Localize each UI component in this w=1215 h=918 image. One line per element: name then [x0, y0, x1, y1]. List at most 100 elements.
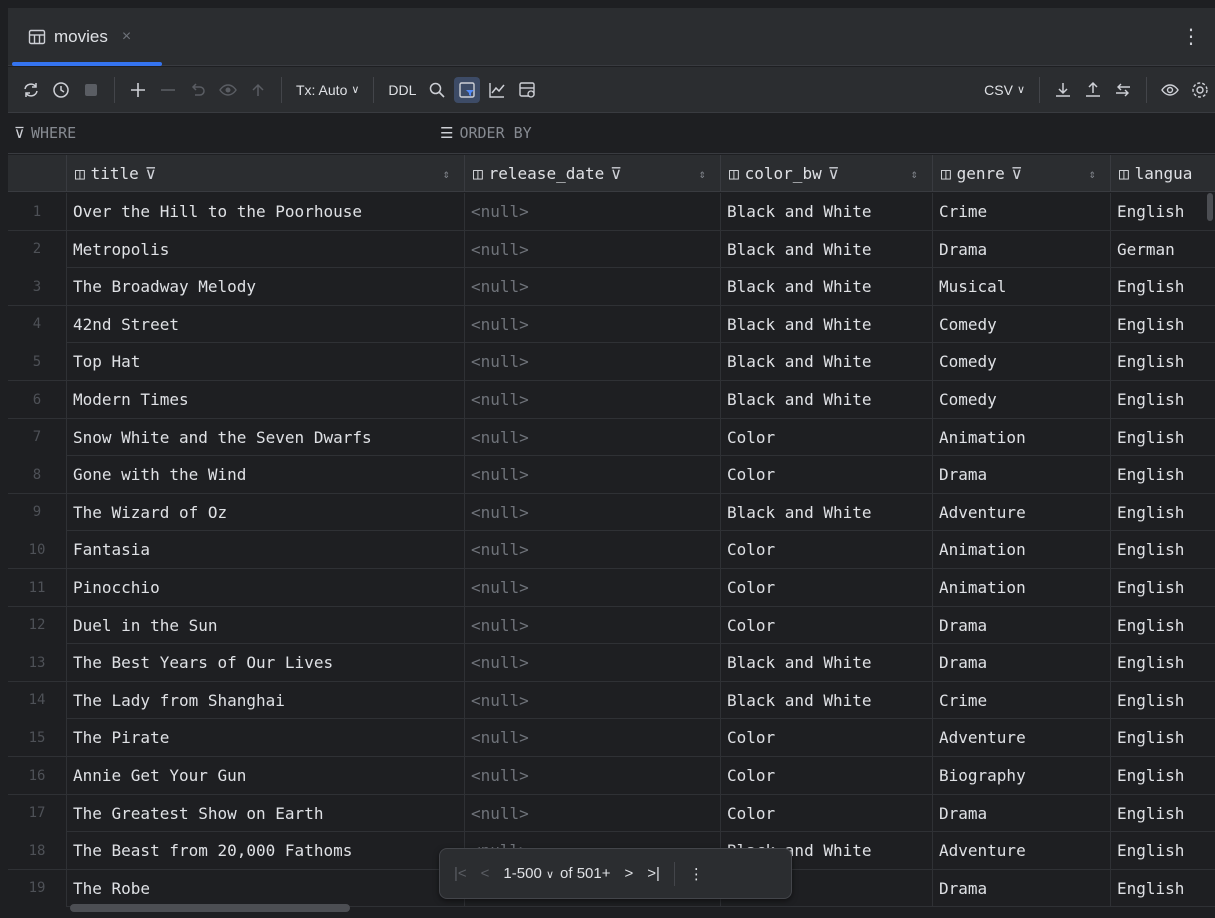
transaction-mode-dropdown[interactable]: Tx: Auto ∨: [290, 82, 365, 98]
cell-title[interactable]: Duel in the Sun: [67, 606, 465, 644]
table-row[interactable]: 2 Metropolis <null> Black and White Drama Ger…: [8, 230, 1215, 269]
cell-language[interactable]: English: [1111, 343, 1215, 380]
cell-language[interactable]: German: [1111, 231, 1215, 268]
cell-title[interactable]: Annie Get Your Gun: [67, 757, 465, 794]
cell-color-bw[interactable]: Color: [721, 719, 933, 757]
add-row-icon[interactable]: [125, 77, 151, 103]
filter-icon[interactable]: ⊽: [610, 164, 622, 183]
cell-color-bw[interactable]: Color: [721, 606, 933, 644]
ddl-button[interactable]: DDL: [382, 82, 422, 98]
cell-title[interactable]: Gone with the Wind: [67, 456, 465, 494]
cell-language[interactable]: English: [1111, 306, 1215, 343]
cell-genre[interactable]: Drama: [933, 456, 1111, 494]
cell-language[interactable]: English: [1111, 193, 1215, 230]
table-row[interactable]: 1 Over the Hill to the Poorhouse <null> Bla…: [8, 193, 1215, 231]
cell-genre[interactable]: Crime: [933, 681, 1111, 719]
gear-icon[interactable]: [1187, 77, 1213, 103]
cell-release-date[interactable]: <null>: [465, 193, 721, 230]
cell-genre[interactable]: Drama: [933, 869, 1111, 907]
cell-release-date[interactable]: <null>: [465, 381, 721, 418]
chart-icon[interactable]: [484, 77, 510, 103]
order-by-input[interactable]: ☰ ORDER BY: [440, 124, 532, 142]
cell-title[interactable]: The Lady from Shanghai: [67, 681, 465, 719]
cell-release-date[interactable]: <null>: [465, 606, 721, 644]
cell-color-bw[interactable]: Color: [721, 418, 933, 456]
column-header-title[interactable]: ◫ title ⊽ ⇕: [67, 155, 465, 192]
column-header-genre[interactable]: ◫ genre ⊽ ⇕: [933, 155, 1111, 192]
cell-color-bw[interactable]: Black and White: [721, 493, 933, 531]
table-row[interactable]: 7 Snow White and the Seven Dwarfs <null> Co…: [8, 418, 1215, 457]
cell-language[interactable]: English: [1111, 494, 1215, 531]
column-header-language[interactable]: ◫ langua: [1111, 155, 1215, 192]
cell-release-date[interactable]: <null>: [465, 230, 721, 268]
table-row[interactable]: 14 The Lady from Shanghai <null> Black and …: [8, 681, 1215, 720]
cell-color-bw[interactable]: Color: [721, 456, 933, 494]
cell-genre[interactable]: Animation: [933, 531, 1111, 569]
cell-genre[interactable]: Comedy: [933, 343, 1111, 381]
search-icon[interactable]: [424, 77, 450, 103]
cell-language[interactable]: English: [1111, 456, 1215, 493]
cell-release-date[interactable]: <null>: [465, 644, 721, 682]
preview-changes-icon[interactable]: [215, 77, 241, 103]
sort-icon[interactable]: ⇕: [699, 167, 706, 181]
table-row[interactable]: 3 The Broadway Melody <null> Black and Whit…: [8, 268, 1215, 306]
sort-icon[interactable]: ⇕: [443, 167, 450, 181]
cell-title[interactable]: 42nd Street: [67, 305, 465, 343]
table-row[interactable]: 8 Gone with the Wind <null> Color Drama Engli…: [8, 456, 1215, 494]
cell-release-date[interactable]: <null>: [465, 456, 721, 494]
cell-language[interactable]: English: [1111, 870, 1215, 907]
cell-language[interactable]: English: [1111, 757, 1215, 794]
filter-icon[interactable]: ⊽: [1011, 164, 1023, 183]
cell-language[interactable]: English: [1111, 607, 1215, 644]
cell-language[interactable]: English: [1111, 419, 1215, 456]
filter-panel-icon[interactable]: [454, 76, 481, 103]
cell-title[interactable]: Over the Hill to the Poorhouse: [67, 193, 465, 230]
cell-release-date[interactable]: <null>: [465, 794, 721, 832]
refresh-icon[interactable]: [18, 77, 44, 103]
cell-genre[interactable]: Adventure: [933, 719, 1111, 757]
table-row[interactable]: 6 Modern Times <null> Black and White Comedy…: [8, 381, 1215, 419]
sort-icon[interactable]: ⇕: [1089, 167, 1096, 181]
cell-release-date[interactable]: <null>: [465, 681, 721, 719]
cell-title[interactable]: Modern Times: [67, 381, 465, 418]
cell-language[interactable]: English: [1111, 795, 1215, 832]
page-size-dropdown[interactable]: 1-500 ∨: [503, 865, 554, 882]
cell-title[interactable]: Fantasia: [67, 531, 465, 569]
stop-icon[interactable]: [78, 77, 104, 103]
cell-language[interactable]: English: [1111, 569, 1215, 606]
compare-icon[interactable]: [1110, 77, 1136, 103]
cell-release-date[interactable]: <null>: [465, 418, 721, 456]
cell-genre[interactable]: Biography: [933, 757, 1111, 794]
cell-title[interactable]: The Greatest Show on Earth: [67, 794, 465, 832]
cell-genre[interactable]: Drama: [933, 794, 1111, 832]
column-header-release-date[interactable]: ◫ release_date ⊽ ⇕: [465, 155, 721, 192]
cell-genre[interactable]: Drama: [933, 644, 1111, 682]
cell-color-bw[interactable]: Black and White: [721, 644, 933, 682]
cell-language[interactable]: English: [1111, 268, 1215, 305]
cell-color-bw[interactable]: Color: [721, 569, 933, 606]
delete-row-icon[interactable]: [155, 77, 181, 103]
cell-language[interactable]: English: [1111, 832, 1215, 869]
cell-release-date[interactable]: <null>: [465, 343, 721, 381]
cell-genre[interactable]: Animation: [933, 569, 1111, 606]
cell-genre[interactable]: Crime: [933, 193, 1111, 230]
cell-release-date[interactable]: <null>: [465, 719, 721, 757]
table-row[interactable]: 16 Annie Get Your Gun <null> Color Biography…: [8, 757, 1215, 795]
history-clock-icon[interactable]: [48, 77, 74, 103]
table-row[interactable]: 10 Fantasia <null> Color Animation English: [8, 531, 1215, 569]
export-format-dropdown[interactable]: CSV ∨: [978, 82, 1031, 98]
table-row[interactable]: 4 42nd Street <null> Black and White Comedy E…: [8, 305, 1215, 344]
eye-icon[interactable]: [1157, 77, 1183, 103]
cell-release-date[interactable]: <null>: [465, 268, 721, 306]
cell-title[interactable]: Snow White and the Seven Dwarfs: [67, 418, 465, 456]
filter-icon[interactable]: ⊽: [828, 164, 840, 183]
cell-genre[interactable]: Musical: [933, 268, 1111, 306]
cell-language[interactable]: English: [1111, 644, 1215, 681]
cell-color-bw[interactable]: Black and White: [721, 343, 933, 381]
cell-language[interactable]: English: [1111, 381, 1215, 418]
table-row[interactable]: 9 The Wizard of Oz <null> Black and White Ad…: [8, 493, 1215, 532]
cell-color-bw[interactable]: Black and White: [721, 305, 933, 343]
download-icon[interactable]: [1050, 77, 1076, 103]
cell-color-bw[interactable]: Color: [721, 757, 933, 794]
first-page-icon[interactable]: |<: [454, 865, 467, 882]
